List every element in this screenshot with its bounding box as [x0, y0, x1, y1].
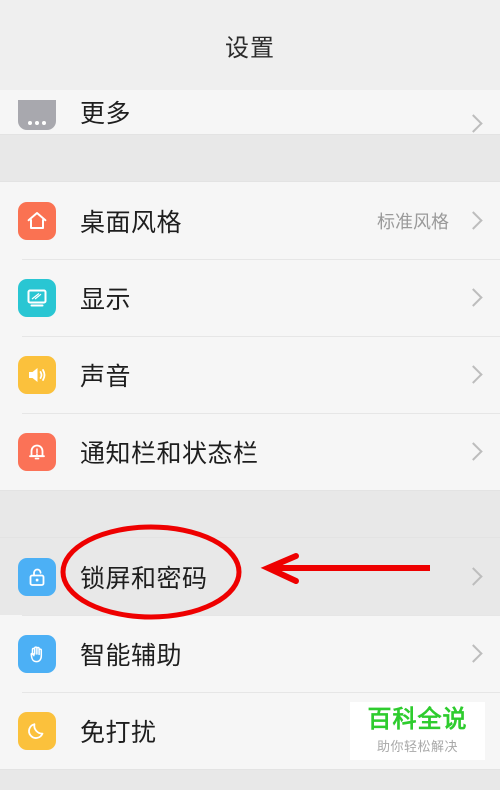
list-item-display[interactable]: 显示 — [0, 259, 500, 336]
home-icon — [18, 201, 56, 240]
chevron-right-icon — [464, 211, 483, 230]
list-item-label: 锁屏和密码 — [80, 563, 208, 593]
unlock-padlock-icon — [18, 557, 56, 596]
speaker-icon — [18, 355, 56, 394]
row-right — [464, 567, 500, 586]
row-right: 标准风格 — [377, 208, 500, 234]
settings-list: 更多 桌面风格 标准风格 显示 声音 通知栏和状态栏 锁屏和密码 智能辅助 免打… — [0, 90, 500, 790]
section-top: 更多 — [0, 90, 500, 134]
chevron-right-icon — [464, 567, 483, 586]
row-right — [464, 365, 500, 384]
row-right — [464, 114, 500, 133]
list-item-label: 声音 — [80, 361, 132, 391]
title-bar: 设置 — [0, 0, 500, 90]
chevron-right-icon — [464, 114, 483, 133]
settings-screen: 设置 更多 桌面风格 标准风格 显示 声音 通知栏和状态栏 锁屏和密码 智能辅助… — [0, 0, 500, 790]
list-item-desktop-style[interactable]: 桌面风格 标准风格 — [0, 182, 500, 259]
list-item-notification-status-bar[interactable]: 通知栏和状态栏 — [0, 413, 500, 490]
monitor-icon — [18, 278, 56, 317]
chevron-right-icon — [464, 288, 483, 307]
watermark-subtitle: 助你轻松解决 — [376, 739, 458, 755]
row-right — [464, 288, 500, 307]
row-right — [464, 442, 500, 461]
list-item-label: 通知栏和状态栏 — [80, 438, 259, 468]
section-divider-1 — [0, 134, 500, 182]
section-divider-2 — [0, 490, 500, 538]
list-item-lockscreen-password[interactable]: 锁屏和密码 — [0, 538, 500, 615]
list-item-label: 免打扰 — [80, 717, 157, 747]
more-dots-icon — [18, 100, 56, 130]
page-title: 设置 — [225, 33, 275, 62]
watermark-title: 百科全说 — [367, 705, 468, 734]
list-item-accessibility[interactable]: 智能辅助 — [0, 615, 500, 692]
section-divider-3 — [0, 769, 500, 790]
bell-icon — [18, 432, 56, 471]
list-item-label: 更多 — [80, 99, 132, 128]
watermark-badge: 百科全说 助你轻松解决 — [350, 702, 485, 760]
list-item-more[interactable]: 更多 — [0, 90, 500, 134]
list-item-label: 智能辅助 — [80, 640, 183, 670]
list-item-label: 桌面风格 — [80, 207, 183, 237]
hand-icon — [18, 634, 56, 673]
section-display: 桌面风格 标准风格 显示 声音 通知栏和状态栏 — [0, 182, 500, 490]
chevron-right-icon — [464, 365, 483, 384]
list-item-sound[interactable]: 声音 — [0, 336, 500, 413]
chevron-right-icon — [464, 442, 483, 461]
chevron-right-icon — [464, 644, 483, 663]
list-item-label: 显示 — [80, 284, 132, 314]
row-right — [464, 644, 500, 663]
moon-icon — [18, 711, 56, 750]
list-item-value: 标准风格 — [377, 211, 449, 233]
